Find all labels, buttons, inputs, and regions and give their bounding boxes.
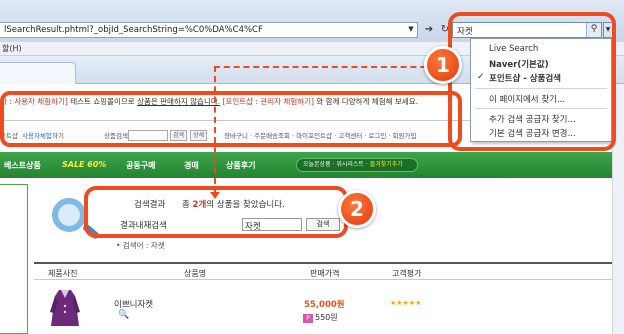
step-badge-1: 1 bbox=[424, 46, 462, 84]
address-field[interactable]: lSearchResult.phtml?_objId_SearchString=… bbox=[0, 22, 418, 38]
point-value: 550원 bbox=[315, 313, 338, 322]
col-name: 상품명 bbox=[184, 269, 207, 278]
point-badge-icon: P bbox=[303, 314, 313, 323]
col-photo: 제품사진 bbox=[48, 269, 78, 278]
product-point: P 550원 bbox=[303, 312, 338, 323]
address-dropdown-icon[interactable]: ▼ bbox=[404, 22, 418, 38]
zoom-icon[interactable]: 🔍 bbox=[118, 310, 129, 320]
highlight-search-box bbox=[448, 12, 616, 151]
product-table-header: 제품사진 상품명 판매가격 고객평가 bbox=[34, 262, 612, 280]
product-name-link[interactable]: 이쁘니자켓 bbox=[114, 298, 153, 310]
connector-line bbox=[214, 66, 436, 68]
tab-active[interactable] bbox=[0, 62, 76, 84]
bookmark-link[interactable]: 즐겨찾기추가 bbox=[370, 161, 403, 168]
product-price: 55,000원 bbox=[304, 300, 345, 310]
menu-help[interactable]: 할(H) bbox=[2, 44, 22, 53]
nav-sale[interactable]: SALE 60% bbox=[62, 160, 106, 169]
left-sidebar bbox=[0, 184, 28, 334]
highlight-nav-bar bbox=[0, 91, 462, 147]
nav-best[interactable]: 베스트상품 bbox=[4, 160, 41, 171]
nav-group-buy[interactable]: 공동구매 bbox=[126, 160, 155, 171]
magnifier-icon bbox=[52, 198, 86, 232]
recent-items-link[interactable]: 오늘본상품 bbox=[303, 161, 331, 168]
step-badge-2: 2 bbox=[338, 190, 376, 228]
product-thumbnail[interactable] bbox=[48, 288, 82, 328]
col-rating: 고객평가 bbox=[392, 269, 422, 278]
go-arrow-icon: ➔ bbox=[424, 24, 434, 35]
quick-links-pill: 오늘본상품 · 위시리스트 · 즐겨찾기추가 bbox=[296, 158, 418, 172]
highlight-result-area bbox=[84, 186, 348, 238]
nav-reviews[interactable]: 상품후기 bbox=[226, 160, 255, 171]
rating-stars: ★★★★★ bbox=[390, 299, 422, 307]
nav-auction[interactable]: 경매 bbox=[184, 160, 199, 171]
main-nav: 베스트상품 SALE 60% 공동구매 경매 상품후기 오늘본상품 · 위시리스… bbox=[0, 152, 612, 178]
search-keyword-hint: • 검색어 : 자켓 bbox=[116, 241, 165, 250]
wishlist-link[interactable]: 위시리스트 bbox=[336, 161, 364, 168]
col-price: 판매가격 bbox=[310, 269, 340, 278]
